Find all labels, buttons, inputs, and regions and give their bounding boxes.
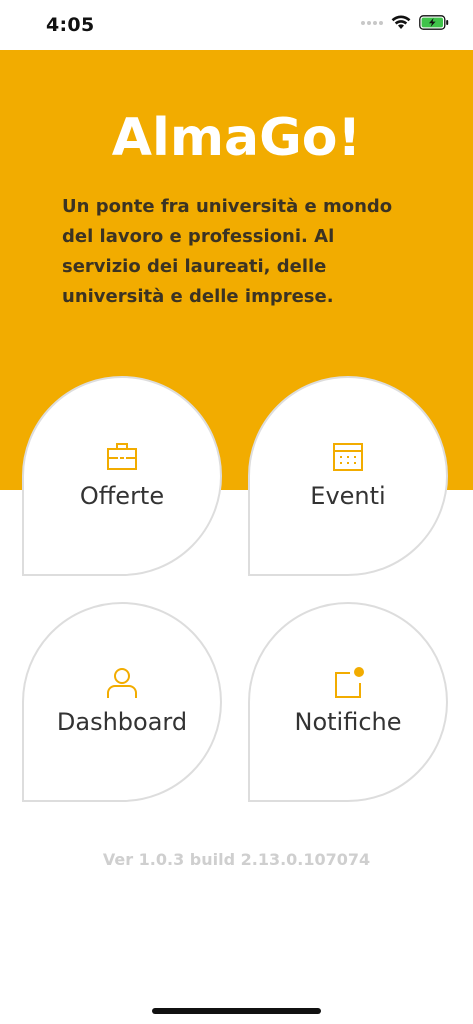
user-icon bbox=[107, 668, 137, 698]
home-indicator[interactable] bbox=[152, 1008, 321, 1014]
offerte-label: Offerte bbox=[79, 482, 165, 510]
calendar-icon bbox=[333, 443, 363, 471]
cellular-signal-icon bbox=[361, 20, 383, 25]
notifiche-label: Notifiche bbox=[294, 708, 402, 736]
status-icons bbox=[361, 15, 449, 30]
notifiche-tile-button[interactable]: Notifiche bbox=[248, 602, 448, 802]
status-time: 4:05 bbox=[46, 14, 95, 36]
battery-charging-icon bbox=[419, 15, 449, 30]
offerte-tile-button[interactable]: Offerte bbox=[22, 376, 222, 576]
notification-icon bbox=[335, 667, 364, 698]
dashboard-label: Dashboard bbox=[56, 708, 188, 736]
app-tagline: Un ponte fra università e mondo del lavo… bbox=[62, 196, 393, 307]
eventi-label: Eventi bbox=[310, 482, 386, 510]
wifi-icon bbox=[391, 15, 411, 29]
briefcase-icon bbox=[107, 443, 137, 470]
app-title: AlmaGo! bbox=[111, 108, 362, 168]
dashboard-tile-button[interactable]: Dashboard bbox=[22, 602, 222, 802]
eventi-tile-button[interactable]: Eventi bbox=[248, 376, 448, 576]
status-bar: 4:05 bbox=[0, 0, 473, 50]
version-text: Ver 1.0.3 build 2.13.0.107074 bbox=[102, 850, 371, 869]
